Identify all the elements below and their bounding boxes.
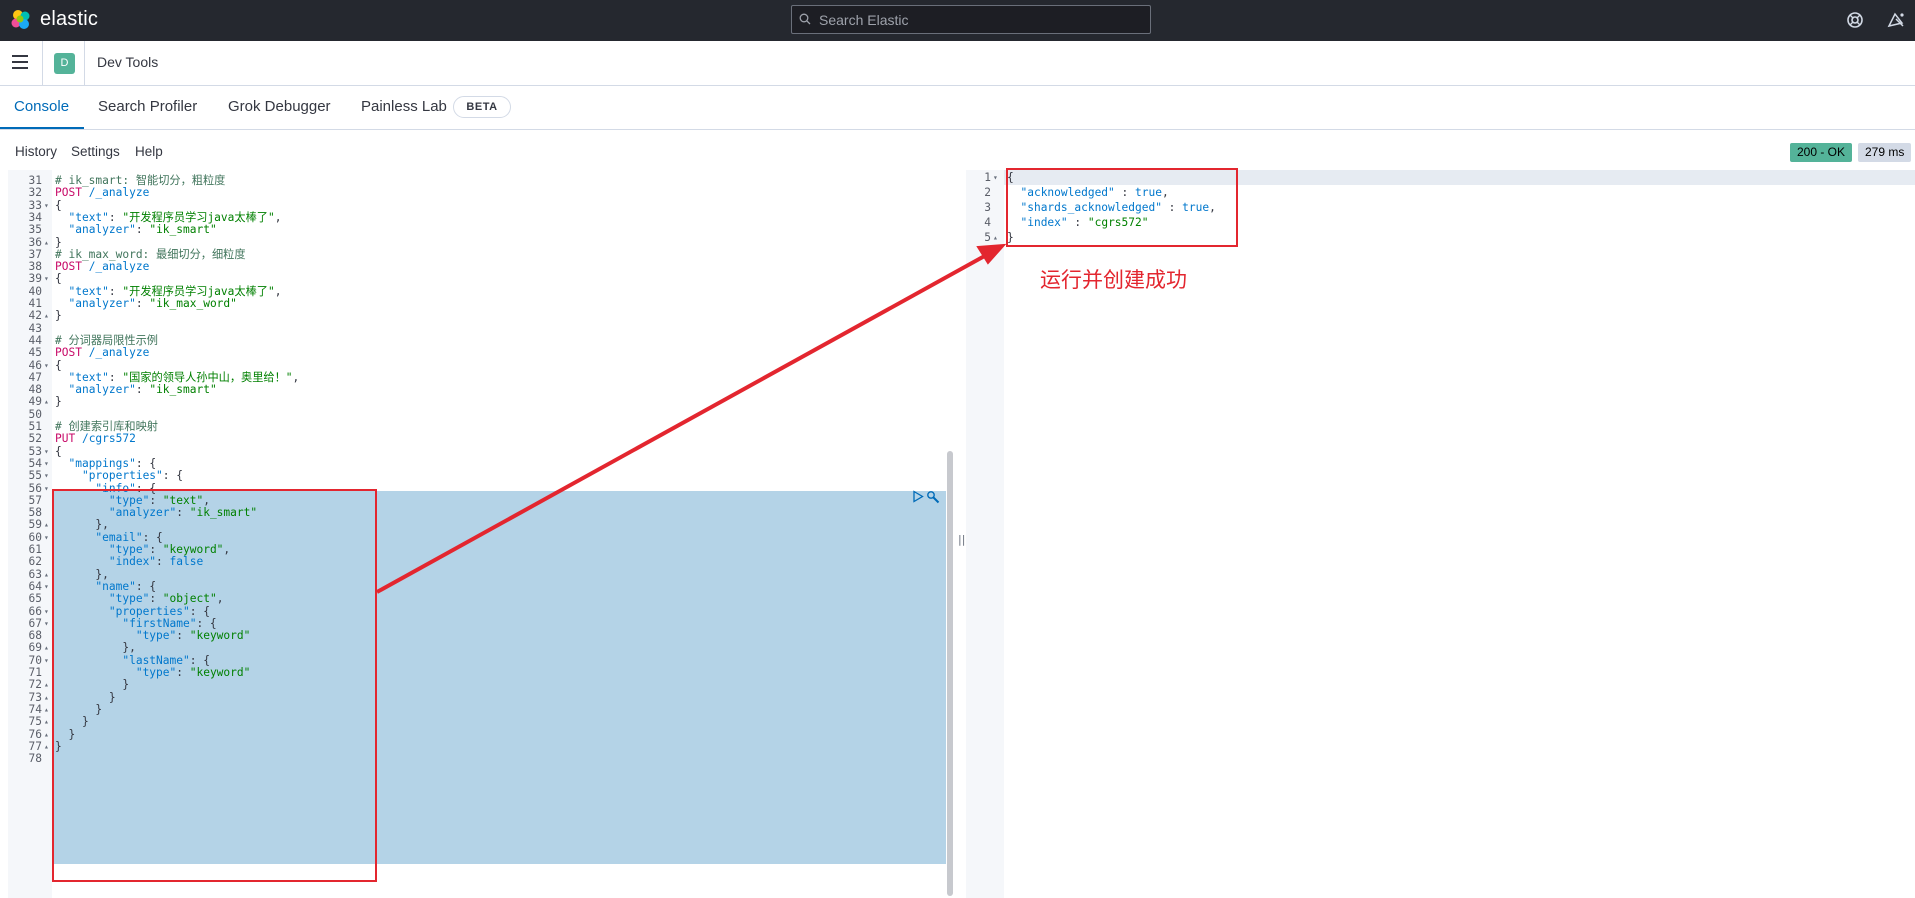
tab-painless-lab[interactable]: Painless Lab xyxy=(361,98,447,115)
elastic-logo-icon xyxy=(11,9,30,29)
resize-handle-icon[interactable]: || xyxy=(958,533,965,546)
fold-toggle-icon[interactable]: ▾ xyxy=(993,170,998,185)
line-number: 78 xyxy=(28,752,42,766)
request-highlight-box xyxy=(52,489,377,882)
space-avatar[interactable]: D xyxy=(54,53,75,74)
line-number: 3 xyxy=(984,201,991,214)
play-icon[interactable] xyxy=(912,490,924,503)
beta-badge: BETA xyxy=(453,96,511,118)
search-icon xyxy=(799,13,811,25)
annotation-text: 运行并创建成功 xyxy=(1040,268,1187,292)
newsfeed-icon[interactable] xyxy=(1886,10,1906,30)
response-time-badge: 279 ms xyxy=(1858,143,1912,162)
console-toolbar: History Settings Help 200 - OK 279 ms xyxy=(0,140,1915,170)
output-line: 6 xyxy=(966,245,1915,260)
breadcrumb[interactable]: Dev Tools xyxy=(97,54,158,70)
elastic-logo[interactable]: elastic xyxy=(10,8,98,31)
global-search[interactable] xyxy=(791,5,1151,34)
divider xyxy=(84,41,85,86)
line-number: 1 xyxy=(984,171,991,184)
fold-toggle-icon[interactable]: ▴ xyxy=(993,230,998,245)
line-number: 5 xyxy=(984,231,991,244)
line-number: 2 xyxy=(984,186,991,199)
help-link[interactable]: Help xyxy=(135,144,163,159)
response-status-badge: 200 - OK xyxy=(1790,143,1853,162)
devtools-tabs: Console Search Profiler Grok Debugger Pa… xyxy=(0,86,1915,130)
app-subheader: D Dev Tools xyxy=(0,41,1915,86)
menu-icon[interactable] xyxy=(12,55,30,69)
history-link[interactable]: History xyxy=(15,144,57,159)
active-tab-indicator xyxy=(0,127,84,129)
response-highlight-box xyxy=(1006,168,1238,247)
wrench-icon[interactable] xyxy=(926,490,940,504)
divider xyxy=(42,41,43,86)
editor-scrollbar-thumb[interactable] xyxy=(947,451,953,896)
top-header: elastic xyxy=(0,0,1915,41)
output-gutter xyxy=(966,170,1004,898)
line-number: 4 xyxy=(984,216,991,229)
tab-grok-debugger[interactable]: Grok Debugger xyxy=(228,98,331,115)
settings-link[interactable]: Settings xyxy=(71,144,120,159)
tab-search-profiler[interactable]: Search Profiler xyxy=(98,98,197,115)
search-input[interactable] xyxy=(819,9,1139,30)
line-number: 6 xyxy=(984,246,991,259)
brand-name: elastic xyxy=(40,8,99,30)
tab-console[interactable]: Console xyxy=(14,98,69,115)
help-icon[interactable] xyxy=(1845,10,1865,30)
